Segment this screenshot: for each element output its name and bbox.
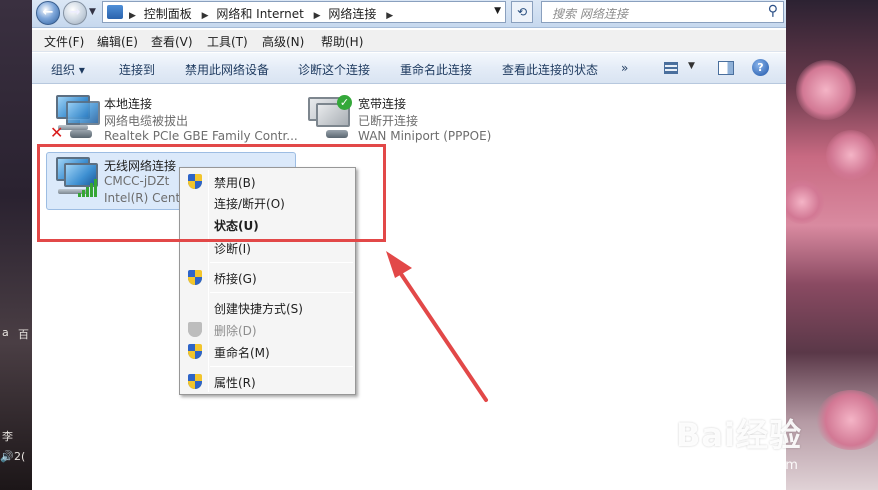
forward-button[interactable]: → (63, 1, 87, 25)
broadband-connected-icon: ✓ (306, 95, 354, 139)
organize-button[interactable]: 组织 ▾ (51, 61, 85, 78)
menu-item-properties[interactable]: 属性(R) (182, 371, 353, 392)
wired-disconnected-icon: ✕ (50, 95, 100, 142)
search-placeholder: 搜索 网络连接 (552, 7, 628, 21)
search-input[interactable]: 搜索 网络连接 ⚲ (541, 1, 784, 23)
connection-item-broadband[interactable]: ✓ 宽带连接 已断开连接 WAN Miniport (PPPOE) (306, 95, 546, 145)
baidu-jingyan-watermark: Bai经验 jingyan.baidu.com (676, 410, 802, 473)
explorer-window: ← → ▼ ▶ 控制面板 ▶ 网络和 Internet ▶ 网络连接 ▶ ▼ ⟲… (32, 0, 786, 490)
help-icon[interactable]: ? (752, 59, 769, 76)
connection-name: 本地连接 (104, 97, 153, 111)
connect-to-button[interactable]: 连接到 (119, 61, 155, 78)
menu-item-label: 诊断(I) (214, 242, 251, 256)
highlight-box (37, 144, 386, 242)
address-toolbar: ← → ▼ ▶ 控制面板 ▶ 网络和 Internet ▶ 网络连接 ▶ ▼ ⟲… (32, 0, 786, 28)
more-commands-button[interactable]: » (621, 61, 628, 75)
menu-item-label: 桥接(G) (214, 272, 257, 286)
back-button[interactable]: ← (36, 1, 60, 25)
view-options-icon[interactable] (664, 62, 678, 74)
connection-status: 网络电缆被拔出 (104, 114, 189, 128)
desktop-fragment-text: 李 (2, 430, 13, 443)
desktop-fragment-text: a (2, 326, 9, 339)
menu-item-delete[interactable]: 删除(D) (182, 319, 353, 340)
breadcrumb-item[interactable]: 控制面板 (144, 7, 192, 21)
desktop-wallpaper-left: a 百 李 🔊 2( (0, 0, 32, 490)
menu-bar: 文件(F) 编辑(E) 查看(V) 工具(T) 高级(N) 帮助(H) (32, 30, 786, 52)
menu-separator (210, 366, 353, 367)
address-bar[interactable]: ▶ 控制面板 ▶ 网络和 Internet ▶ 网络连接 ▶ ▼ (102, 1, 506, 23)
menu-item-label: 删除(D) (214, 324, 257, 338)
menu-item-rename[interactable]: 重命名(M) (182, 341, 353, 362)
connection-item-local[interactable]: ✕ 本地连接 网络电缆被拔出 Realtek PCIe GBE Family C… (50, 95, 298, 145)
menu-item-label: 重命名(M) (214, 346, 270, 360)
menu-edit[interactable]: 编辑(E) (97, 33, 138, 50)
uac-shield-icon (188, 270, 202, 285)
menu-item-bridge[interactable]: 桥接(G) (182, 267, 353, 288)
desktop-fragment-text: 🔊 (0, 450, 14, 463)
recent-pages-dropdown[interactable]: ▼ (89, 7, 96, 17)
menu-tools[interactable]: 工具(T) (207, 33, 248, 50)
command-bar: 组织 ▾ 连接到 禁用此网络设备 诊断这个连接 重命名此连接 查看此连接的状态 … (32, 53, 786, 84)
chevron-right-icon[interactable]: ▶ (314, 11, 321, 21)
connection-name: 宽带连接 (358, 97, 407, 111)
blossom-decoration (796, 60, 856, 120)
chevron-right-icon[interactable]: ▶ (202, 11, 209, 21)
blossom-decoration (816, 390, 878, 450)
search-icon[interactable]: ⚲ (768, 3, 778, 19)
connection-device: Realtek PCIe GBE Family Contr... (104, 129, 298, 143)
watermark-site: jingyan.baidu.com (678, 458, 798, 473)
menu-file[interactable]: 文件(F) (44, 33, 84, 50)
menu-help[interactable]: 帮助(H) (321, 33, 363, 50)
diagnose-button[interactable]: 诊断这个连接 (298, 61, 370, 78)
breadcrumb-item[interactable]: 网络连接 (328, 7, 376, 21)
menu-separator (210, 292, 353, 293)
menu-advanced[interactable]: 高级(N) (262, 33, 304, 50)
rename-button[interactable]: 重命名此连接 (400, 61, 472, 78)
menu-item-create-shortcut[interactable]: 创建快捷方式(S) (182, 297, 353, 318)
uac-shield-icon (188, 344, 202, 359)
refresh-button[interactable]: ⟲ (511, 1, 533, 23)
blossom-decoration (826, 130, 876, 180)
uac-shield-icon (188, 374, 202, 389)
menu-item-label: 属性(R) (214, 376, 256, 390)
check-icon: ✓ (337, 95, 352, 110)
watermark-brand: Bai经验 (676, 416, 802, 454)
desktop-fragment-text: 百 (18, 328, 29, 341)
connection-status: 已断开连接 (358, 114, 419, 128)
breadcrumb: ▶ 控制面板 ▶ 网络和 Internet ▶ 网络连接 ▶ (127, 5, 397, 22)
blossom-decoration (780, 180, 824, 224)
desktop-fragment-text: 2( (14, 450, 26, 463)
control-panel-icon (107, 5, 123, 19)
menu-separator (210, 262, 353, 263)
chevron-right-icon[interactable]: ▶ (386, 11, 393, 21)
view-options-dropdown-icon[interactable]: ▼ (688, 61, 695, 71)
menu-item-label: 创建快捷方式(S) (214, 302, 303, 316)
breadcrumb-item[interactable]: 网络和 Internet (216, 7, 303, 21)
chevron-right-icon[interactable]: ▶ (129, 11, 136, 21)
connection-device: WAN Miniport (PPPOE) (358, 129, 492, 143)
view-status-button[interactable]: 查看此连接的状态 (502, 61, 598, 78)
uac-shield-icon (188, 322, 202, 337)
disable-device-button[interactable]: 禁用此网络设备 (185, 61, 269, 78)
menu-view[interactable]: 查看(V) (151, 33, 193, 50)
address-dropdown-icon[interactable]: ▼ (494, 6, 501, 16)
preview-pane-icon[interactable] (718, 61, 734, 75)
